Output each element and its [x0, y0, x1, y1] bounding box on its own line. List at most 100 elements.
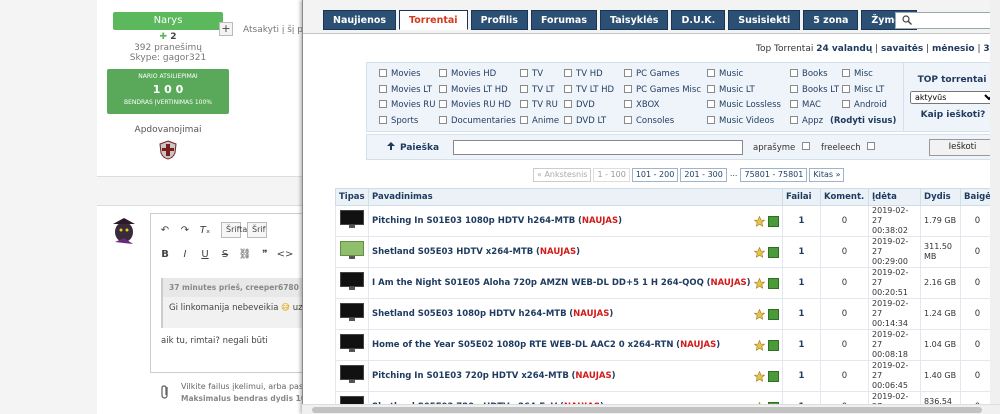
category-3-1[interactable]: Documentaries	[439, 115, 516, 126]
category-1-0[interactable]: Movies LT	[379, 84, 432, 95]
category-3-6[interactable]: Appz	[790, 115, 823, 126]
tv-category-icon[interactable]	[339, 240, 365, 262]
files-count[interactable]: 1	[782, 267, 822, 299]
category-checkbox[interactable]	[564, 115, 572, 124]
search-description-checkbox[interactable]	[802, 142, 810, 150]
category-0-0[interactable]: Movies	[379, 69, 421, 79]
undo-icon[interactable]: ↶	[155, 225, 175, 236]
category-1-6[interactable]: Books LT	[790, 84, 839, 95]
search-button[interactable]: Ieškoti	[929, 139, 996, 156]
col-type[interactable]: Tipas	[335, 188, 369, 206]
link-icon[interactable]: ⛓	[235, 249, 255, 260]
horizontal-scrollbar[interactable]	[302, 404, 1000, 414]
category-0-3[interactable]: TV HD	[564, 69, 603, 79]
category-checkbox[interactable]	[564, 100, 572, 108]
horizontal-scrollbar-thumb[interactable]	[312, 407, 982, 413]
category-checkbox[interactable]	[520, 115, 528, 124]
category-checkbox[interactable]	[790, 69, 798, 77]
category-0-7[interactable]: Misc	[842, 69, 873, 79]
category-1-4[interactable]: PC Games Misc	[624, 84, 701, 95]
tv-category-icon[interactable]	[339, 302, 365, 324]
redo-icon[interactable]: ↷	[175, 225, 195, 236]
category-3-3[interactable]: DVD LT	[564, 115, 606, 126]
col-files[interactable]: Failai	[782, 188, 822, 206]
category-1-5[interactable]: Music LT	[707, 84, 755, 95]
category-checkbox[interactable]	[790, 100, 798, 108]
category-checkbox[interactable]	[842, 69, 850, 77]
category-cell[interactable]	[335, 329, 369, 361]
show-all-categories-link[interactable]: (Rodyti visus)	[830, 116, 896, 126]
bookmark-star-icon[interactable]	[754, 339, 766, 351]
tv-category-icon[interactable]	[339, 364, 365, 386]
tab-4[interactable]: Taisyklės	[600, 10, 669, 30]
bold-icon[interactable]: B	[155, 249, 175, 260]
site-search-box[interactable]	[895, 12, 1000, 29]
page-prev-button[interactable]: « Ankstesnis	[533, 168, 592, 182]
category-checkbox[interactable]	[379, 115, 387, 124]
category-cell[interactable]	[335, 205, 369, 237]
table-row[interactable]: Pitching In S01E03 720p HDTV x264-MTB (N…	[335, 360, 995, 392]
quote-icon[interactable]: ❞	[255, 249, 275, 260]
table-row[interactable]: Shetland S05E03 HDTV x264-MTB (NAUJAS) 1 0…	[335, 236, 995, 268]
font-size-dropdown[interactable]: Šrif	[247, 222, 267, 238]
category-checkbox[interactable]	[439, 84, 447, 93]
category-1-2[interactable]: TV LT	[520, 84, 554, 95]
download-icon[interactable]	[768, 370, 780, 382]
category-cell[interactable]	[335, 236, 369, 268]
rich-text-editor[interactable]: ↶ ↷ Tₓ Šriftas Šrif B I U S ⛓ ❞ <> 37 mi…	[150, 213, 321, 373]
category-1-3[interactable]: TV LT HD	[564, 84, 614, 95]
category-2-6[interactable]: MAC	[790, 100, 821, 110]
category-3-0[interactable]: Sports	[379, 115, 418, 126]
download-icon[interactable]	[768, 277, 780, 289]
category-2-3[interactable]: DVD	[564, 100, 595, 110]
col-name[interactable]: Pavadinimas	[367, 188, 784, 206]
tab-6[interactable]: Susisiekti	[728, 10, 801, 30]
category-2-4[interactable]: XBOX	[624, 100, 659, 110]
download-icon[interactable]	[768, 215, 780, 227]
page-3-link[interactable]: 201 - 300	[680, 168, 727, 182]
category-checkbox[interactable]	[439, 69, 447, 77]
category-checkbox[interactable]	[842, 84, 850, 93]
bookmark-star-icon[interactable]	[754, 370, 766, 382]
col-comments[interactable]: Koment.	[820, 188, 870, 206]
top-torrents-select[interactable]: aktyvūs	[910, 91, 998, 104]
torrent-name-link[interactable]: Pitching In S01E03 1080p HDTV h264-MTB	[372, 216, 575, 226]
vertical-scrollbar[interactable]	[990, 0, 1000, 414]
reply-toggle-button[interactable]: +	[219, 22, 233, 36]
category-2-1[interactable]: Movies RU HD	[439, 100, 511, 110]
category-2-0[interactable]: Movies RU	[379, 100, 435, 110]
category-1-7[interactable]: Misc LT	[842, 84, 884, 95]
category-checkbox[interactable]	[439, 100, 447, 108]
period-week-link[interactable]: savaitės	[881, 44, 923, 54]
files-count[interactable]: 1	[782, 236, 822, 268]
underline-icon[interactable]: U	[195, 249, 215, 260]
tv-category-icon[interactable]	[339, 209, 365, 231]
bookmark-star-icon[interactable]	[754, 246, 766, 258]
category-checkbox[interactable]	[707, 84, 715, 93]
page-2-link[interactable]: 101 - 200	[631, 168, 679, 182]
search-input[interactable]	[453, 140, 743, 155]
category-3-5[interactable]: Music Videos	[707, 115, 774, 126]
col-size[interactable]: Dydis	[920, 188, 962, 206]
category-checkbox[interactable]	[520, 69, 528, 77]
category-0-4[interactable]: PC Games	[624, 69, 680, 79]
category-checkbox[interactable]	[520, 84, 528, 93]
page-next-button[interactable]: Kitas »	[809, 168, 845, 182]
table-row[interactable]: I Am the Night S01E05 Aloha 720p AMZN WE…	[335, 267, 995, 299]
clear-format-icon[interactable]: Tₓ	[195, 225, 215, 236]
torrent-name-link[interactable]: Shetland S05E03 HDTV x264-MTB	[372, 247, 533, 257]
category-0-1[interactable]: Movies HD	[439, 69, 496, 79]
search-help-link[interactable]: Kaip ieškoti?	[904, 110, 1000, 120]
period-month-link[interactable]: mėnesio	[932, 44, 975, 54]
torrent-name-link[interactable]: I Am the Night S01E05 Aloha 720p AMZN WE…	[372, 278, 704, 288]
category-checkbox[interactable]	[564, 69, 572, 77]
code-icon[interactable]: <>	[275, 249, 295, 260]
category-0-2[interactable]: TV	[520, 69, 543, 79]
italic-icon[interactable]: I	[175, 249, 195, 260]
font-family-dropdown[interactable]: Šriftas	[221, 222, 251, 238]
category-cell[interactable]	[335, 267, 369, 299]
strikethrough-icon[interactable]: S	[215, 249, 235, 260]
table-row[interactable]: Pitching In S01E03 1080p HDTV h264-MTB (…	[335, 205, 995, 237]
tab-3[interactable]: Forumas	[530, 10, 597, 30]
category-checkbox[interactable]	[439, 115, 447, 124]
